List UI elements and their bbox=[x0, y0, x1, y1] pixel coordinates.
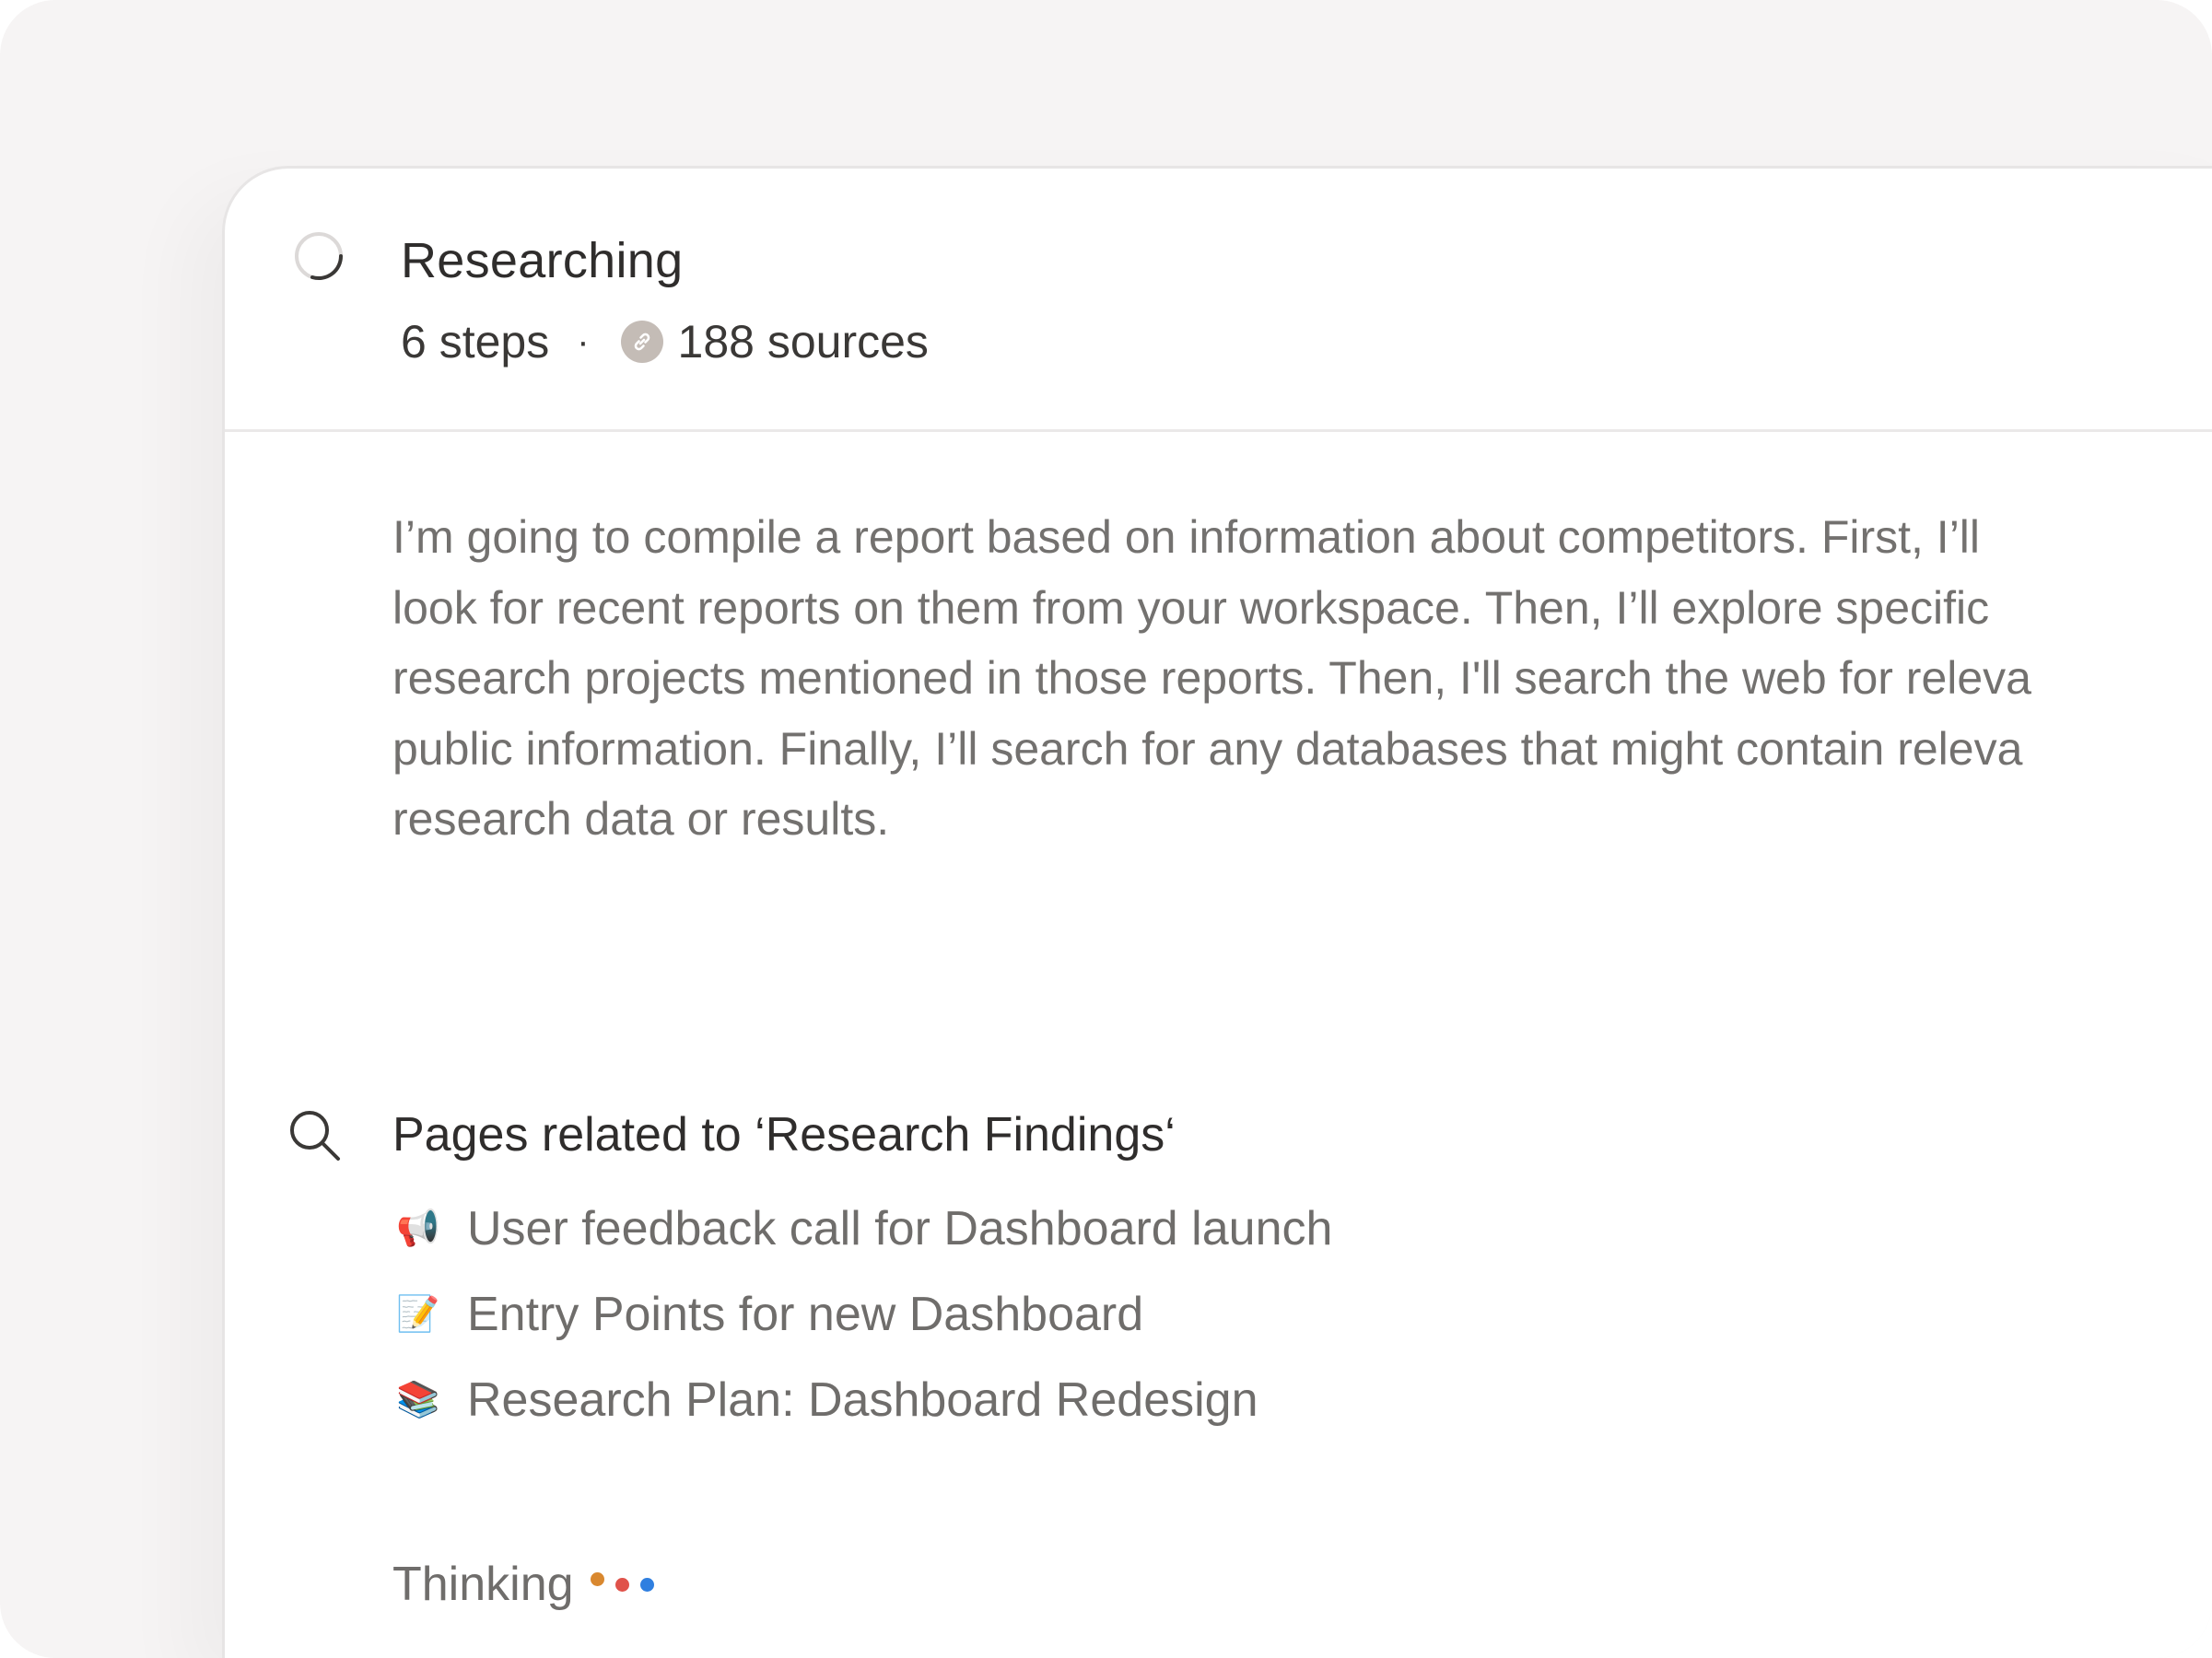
app-background: Researching 6 steps · 188 sources I’m go… bbox=[0, 0, 2212, 1658]
page-item-entry-points[interactable]: 📝 Entry Points for new Dashboard bbox=[396, 1284, 1332, 1345]
thinking-label: Thinking bbox=[392, 1558, 574, 1611]
books-icon: 📚 bbox=[396, 1381, 440, 1419]
research-header: Researching 6 steps · 188 sources bbox=[225, 169, 2212, 432]
steps-count[interactable]: 6 steps bbox=[401, 315, 549, 368]
loading-spinner-icon bbox=[295, 232, 344, 281]
thinking-dot-blue bbox=[639, 1577, 654, 1592]
thinking-dot-orange bbox=[590, 1571, 604, 1586]
page-item-research-plan[interactable]: 📚 Research Plan: Dashboard Redesign bbox=[396, 1370, 1332, 1430]
link-icon bbox=[620, 321, 663, 363]
related-pages-list: 📢 User feedback call for Dashboard launc… bbox=[396, 1198, 1332, 1455]
page-item-label: Research Plan: Dashboard Redesign bbox=[467, 1373, 1258, 1427]
research-panel: Researching 6 steps · 188 sources I’m go… bbox=[222, 166, 2212, 1658]
page-item-user-feedback[interactable]: 📢 User feedback call for Dashboard launc… bbox=[396, 1198, 1332, 1259]
summary-line: research data or results. bbox=[392, 793, 890, 845]
search-step-title[interactable]: Pages related to ‘Research Findings‘ bbox=[392, 1104, 1176, 1165]
summary-line: I’m going to compile a report based on i… bbox=[392, 511, 1981, 563]
research-summary: I’m going to compile a report based on i… bbox=[392, 502, 2212, 855]
meta-separator: · bbox=[577, 321, 590, 362]
search-step bbox=[286, 1104, 343, 1165]
page-item-label: Entry Points for new Dashboard bbox=[467, 1288, 1144, 1341]
research-meta: 6 steps · 188 sources bbox=[401, 312, 929, 371]
memo-icon: 📝 bbox=[396, 1295, 440, 1334]
research-status-title: Researching bbox=[401, 233, 684, 288]
thinking-indicator: Thinking bbox=[392, 1552, 665, 1617]
summary-line: look for recent reports on them from you… bbox=[392, 581, 1990, 634]
megaphone-icon: 📢 bbox=[396, 1209, 440, 1248]
sources-count[interactable]: 188 sources bbox=[678, 315, 929, 368]
thinking-dot-red bbox=[614, 1577, 629, 1592]
page-item-label: User feedback call for Dashboard launch bbox=[467, 1202, 1333, 1255]
summary-line: public information. Finally, I’ll search… bbox=[392, 722, 2023, 775]
search-icon bbox=[290, 1111, 340, 1161]
summary-line: research projects mentioned in those rep… bbox=[392, 652, 2031, 704]
thinking-dots bbox=[590, 1571, 665, 1592]
